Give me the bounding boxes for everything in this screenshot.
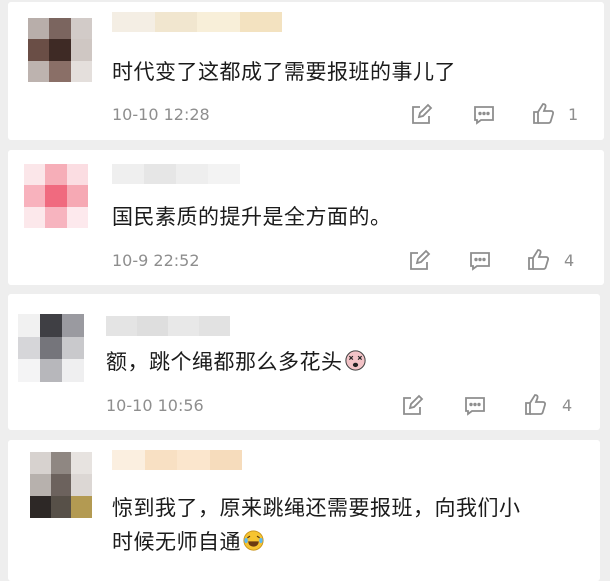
username-redacted[interactable] [112, 12, 282, 32]
avatar[interactable] [28, 18, 92, 82]
username-redacted[interactable] [112, 164, 240, 184]
avatar-pixel [18, 359, 40, 382]
avatar-pixel [49, 60, 71, 82]
avatar[interactable] [24, 164, 88, 228]
avatar-pixel [62, 336, 84, 360]
username-blur-block [199, 316, 230, 336]
avatar-pixel [24, 206, 46, 228]
avatar-pixel [66, 185, 88, 207]
like-count: 4 [562, 396, 573, 415]
avatar-pixel [18, 314, 40, 337]
comment-icon[interactable] [463, 394, 487, 418]
like-count: 4 [564, 251, 575, 270]
avatar-pixel [66, 206, 88, 228]
avatar-pixel [45, 164, 67, 186]
username-blur-block [112, 12, 155, 32]
username-blur-block [154, 12, 197, 32]
avatar-pixel [30, 474, 51, 496]
username-blur-block [106, 316, 137, 336]
username-redacted[interactable] [112, 450, 242, 470]
avatar-pixel [24, 164, 46, 186]
comment-card: 时代变了这都成了需要报班的事儿了 10-10 12:28 1 [8, 2, 604, 140]
avatar-pixel [28, 60, 50, 82]
comment-card: 国民素质的提升是全方面的。 10-9 22:52 4 [8, 150, 604, 285]
avatar-pixel [40, 359, 62, 382]
avatar-pixel [45, 185, 67, 207]
avatar-pixel [28, 18, 50, 40]
comment-timestamp: 10-9 22:52 [112, 251, 200, 270]
thumbs-up-icon[interactable] [532, 102, 556, 126]
avatar-pixel [40, 336, 62, 360]
username-blur-block [168, 316, 199, 336]
edit-icon[interactable] [409, 103, 433, 127]
comment-text: 国民素质的提升是全方面的。 [112, 205, 392, 229]
avatar-pixel [50, 496, 72, 518]
avatar-pixel [50, 452, 72, 474]
username-blur-block [239, 12, 282, 32]
avatar-pixel [71, 496, 92, 518]
username-blur-block [112, 164, 144, 184]
thumbs-up-icon[interactable] [524, 393, 548, 417]
avatar-pixel [50, 474, 72, 496]
avatar-pixel [71, 474, 92, 496]
comment-icon[interactable] [472, 103, 496, 127]
avatar-pixel [70, 60, 92, 82]
avatar-pixel [71, 452, 92, 474]
comment-text-content: 时候无师自通 [112, 530, 241, 554]
username-blur-block [176, 164, 208, 184]
username-blur-block [209, 450, 242, 470]
username-blur-block [197, 12, 240, 32]
comment-card: 惊到我了，原来跳绳还需要报班，向我们小 时候无师自通 [8, 440, 600, 581]
avatar-pixel [66, 164, 88, 186]
username-blur-block [144, 164, 176, 184]
avatar-pixel [24, 185, 46, 207]
comment-text: 额，跳个绳都那么多花头 [106, 346, 366, 381]
avatar-pixel [49, 39, 71, 61]
avatar-pixel [18, 336, 40, 360]
avatar-pixel [28, 39, 50, 61]
username-blur-block [208, 164, 240, 184]
comment-timestamp: 10-10 12:28 [112, 105, 210, 124]
avatar-pixel [62, 314, 84, 337]
avatar-pixel [62, 359, 84, 382]
thumbs-up-icon[interactable] [527, 248, 551, 272]
comment-text-line2: 时候无师自通 [112, 526, 264, 561]
comment-timestamp: 10-10 10:56 [106, 396, 204, 415]
like-count: 1 [568, 105, 579, 124]
avatar-pixel [30, 496, 51, 518]
laughing-tears-emoji [243, 528, 264, 561]
comment-text: 惊到我了，原来跳绳还需要报班，向我们小 [112, 496, 521, 520]
comment-card: 额，跳个绳都那么多花头 10-10 10:56 4 [8, 294, 600, 430]
avatar[interactable] [30, 452, 92, 518]
username-blur-block [144, 450, 177, 470]
username-blur-block [137, 316, 168, 336]
avatar[interactable] [18, 314, 84, 382]
avatar-pixel [70, 18, 92, 40]
edit-icon[interactable] [407, 249, 431, 273]
edit-icon[interactable] [400, 394, 424, 418]
avatar-pixel [30, 452, 51, 474]
username-blur-block [177, 450, 210, 470]
avatar-pixel [49, 18, 71, 40]
avatar-pixel [45, 206, 67, 228]
comment-text: 时代变了这都成了需要报班的事儿了 [112, 60, 456, 84]
avatar-pixel [70, 39, 92, 61]
comment-icon[interactable] [468, 249, 492, 273]
avatar-pixel [40, 314, 62, 337]
username-blur-block [112, 450, 145, 470]
username-redacted[interactable] [106, 316, 230, 336]
comment-text-content: 额，跳个绳都那么多花头 [106, 350, 343, 374]
dizzy-face-emoji [344, 348, 366, 381]
